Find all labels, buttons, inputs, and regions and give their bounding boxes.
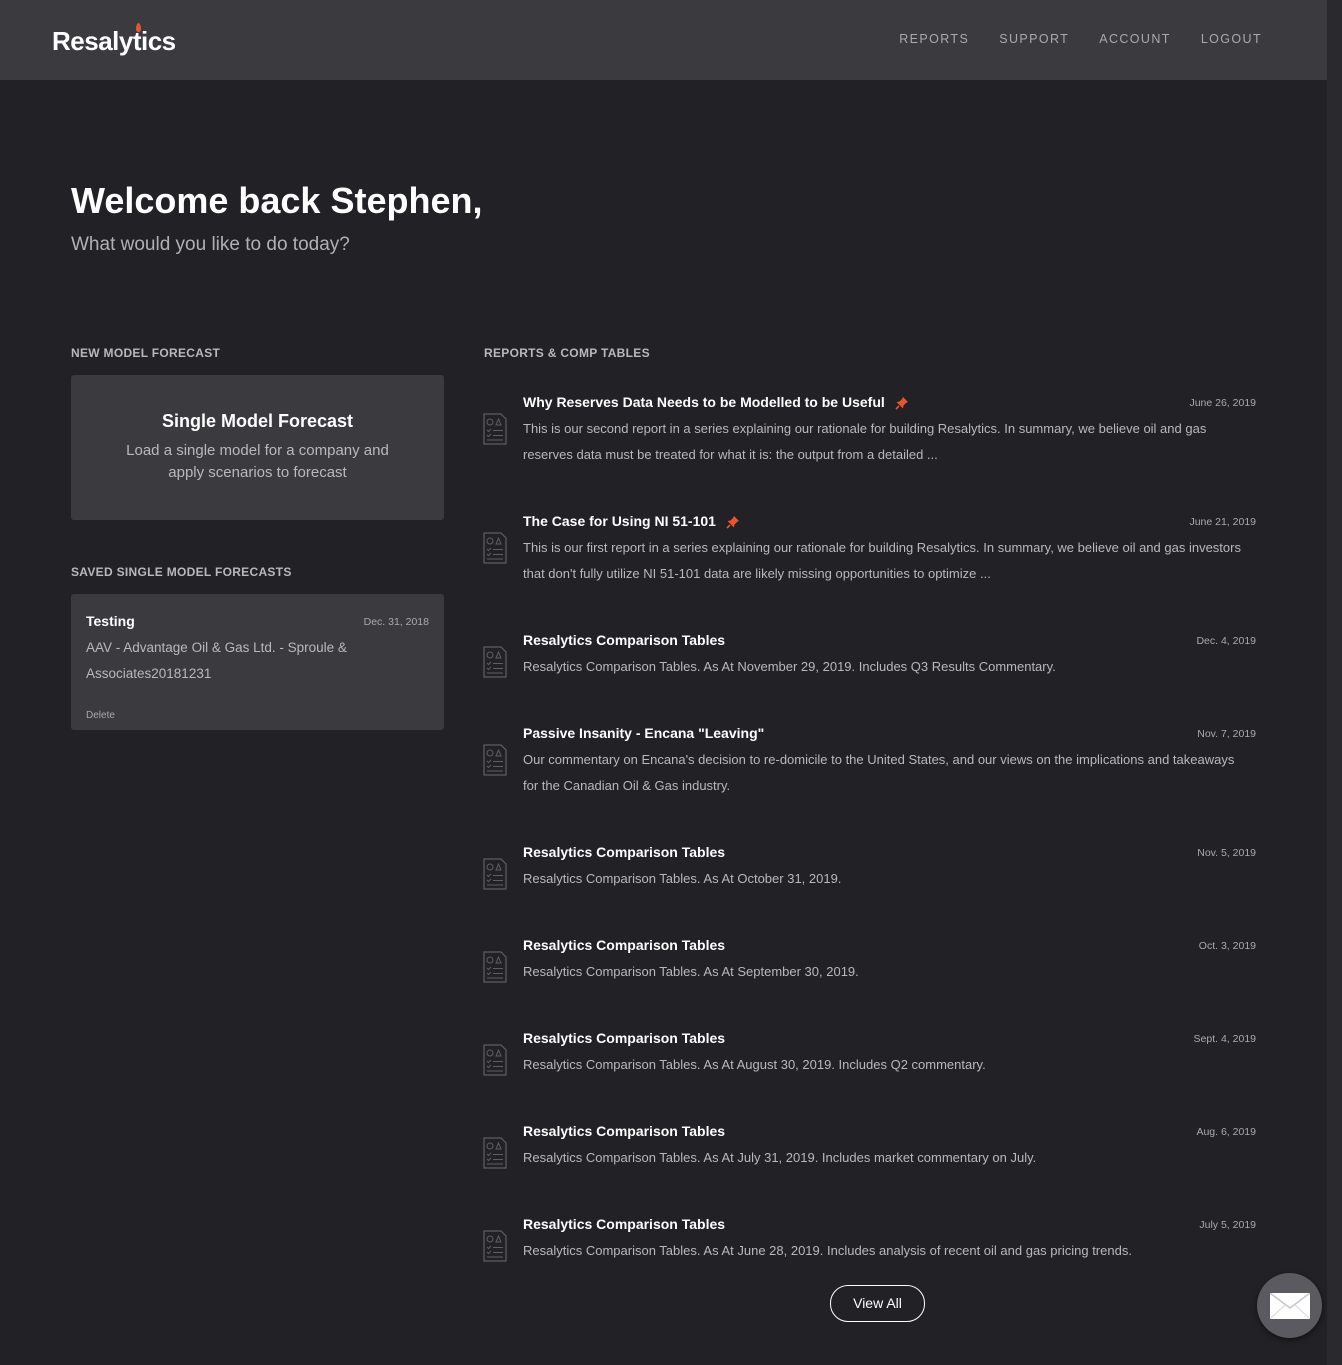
report-document-icon [483, 413, 507, 445]
envelope-icon [1270, 1293, 1310, 1319]
report-summary: This is our first report in a series exp… [523, 540, 1241, 581]
report-title-text: Resalytics Comparison Tables [523, 1216, 726, 1232]
page-subtitle: What would you like to do today? [71, 234, 350, 255]
saved-forecast-card[interactable]: Testing Dec. 31, 2018 AAV - Advantage Oi… [71, 594, 444, 730]
saved-forecast-date: Dec. 31, 2018 [363, 616, 429, 628]
pushpin-icon [726, 516, 739, 529]
report-summary: Resalytics Comparison Tables. As At June… [523, 1243, 1132, 1258]
report-item[interactable]: Resalytics Comparison Tables Oct. 3, 2019… [483, 933, 1256, 988]
report-date: Nov. 7, 2019 [1197, 728, 1256, 740]
report-item[interactable]: Resalytics Comparison Tables Sept. 4, 201… [483, 1026, 1256, 1081]
report-document-icon [483, 1137, 507, 1169]
saved-forecast-detail: AAV - Advantage Oil & Gas Ltd. - Sproule… [86, 640, 347, 681]
report-summary: Resalytics Comparison Tables. As At Sept… [523, 964, 859, 979]
report-item[interactable]: The Case for Using NI 51-101 June 21, 201… [483, 509, 1256, 589]
report-title-text: Resalytics Comparison Tables [523, 937, 726, 953]
logo-text: Resalytics [52, 26, 176, 56]
page-title: Welcome back Stephen, [71, 180, 483, 221]
report-date: June 21, 2019 [1189, 516, 1256, 528]
report-title[interactable]: Resalytics Comparison Tables [523, 844, 725, 860]
report-item[interactable]: Resalytics Comparison Tables July 5, 2019… [483, 1212, 1256, 1267]
report-date: Oct. 3, 2019 [1198, 940, 1256, 952]
pushpin-icon [895, 397, 908, 410]
saved-forecasts-section-label: SAVED SINGLE MODEL FORECASTS [71, 565, 292, 579]
report-summary: Resalytics Comparison Tables. As At July… [523, 1150, 1037, 1165]
flame-icon [136, 23, 141, 32]
report-title[interactable]: Resalytics Comparison Tables [523, 1216, 725, 1232]
saved-forecast-name: Testing [86, 613, 135, 629]
single-model-forecast-card[interactable]: Single Model Forecast Load a single mode… [71, 375, 444, 520]
report-title[interactable]: Why Reserves Data Needs to be Modelled t… [523, 394, 909, 410]
delete-forecast-link[interactable]: Delete [86, 710, 115, 721]
report-title-text: Why Reserves Data Needs to be Modelled t… [523, 394, 885, 410]
page-scrollbar[interactable] [1327, 0, 1342, 1365]
report-summary: Resalytics Comparison Tables. As At Augu… [523, 1057, 986, 1072]
view-all-button[interactable]: View All [830, 1285, 925, 1322]
report-item[interactable]: Passive Insanity - Encana "Leaving" Nov. … [483, 721, 1256, 801]
report-document-icon [483, 951, 507, 983]
report-title-text: The Case for Using NI 51-101 [523, 513, 716, 529]
nav-reports[interactable]: REPORTS [899, 32, 969, 46]
report-summary: This is our second report in a series ex… [523, 421, 1207, 462]
report-document-icon [483, 744, 507, 776]
resalytics-logo[interactable]: Resalytics [52, 23, 176, 57]
report-document-icon [483, 1044, 507, 1076]
new-model-section-label: NEW MODEL FORECAST [71, 346, 221, 360]
reports-section-label: REPORTS & COMP TABLES [484, 346, 650, 360]
report-title-text: Resalytics Comparison Tables [523, 1123, 726, 1139]
report-date: Nov. 5, 2019 [1197, 847, 1256, 859]
report-date: Dec. 4, 2019 [1196, 635, 1256, 647]
card-description: Load a single model for a company and ap… [126, 442, 389, 481]
report-document-icon [483, 858, 507, 890]
report-document-icon [483, 646, 507, 678]
top-navbar: Resalytics REPORTS SUPPORT ACCOUNT LOGOU… [0, 0, 1327, 80]
report-title-text: Resalytics Comparison Tables [523, 632, 726, 648]
report-title[interactable]: The Case for Using NI 51-101 [523, 513, 740, 529]
report-item[interactable]: Resalytics Comparison Tables Dec. 4, 2019… [483, 628, 1256, 683]
report-date: July 5, 2019 [1199, 1219, 1256, 1231]
report-title-text: Resalytics Comparison Tables [523, 844, 726, 860]
nav-support[interactable]: SUPPORT [999, 32, 1069, 46]
report-summary: Resalytics Comparison Tables. As At Nove… [523, 659, 1056, 674]
report-item[interactable]: Resalytics Comparison Tables Aug. 6, 2019… [483, 1119, 1256, 1174]
report-document-icon [483, 1230, 507, 1262]
report-title[interactable]: Resalytics Comparison Tables [523, 1123, 725, 1139]
report-title[interactable]: Resalytics Comparison Tables [523, 1030, 725, 1046]
report-title-text: Passive Insanity - Encana "Leaving" [523, 725, 765, 741]
report-date: Sept. 4, 2019 [1193, 1033, 1256, 1045]
nav-logout[interactable]: LOGOUT [1201, 32, 1262, 46]
report-date: Aug. 6, 2019 [1196, 1126, 1256, 1138]
report-item[interactable]: Why Reserves Data Needs to be Modelled t… [483, 390, 1256, 470]
main-nav: REPORTS SUPPORT ACCOUNT LOGOUT [899, 32, 1262, 46]
report-title[interactable]: Resalytics Comparison Tables [523, 937, 725, 953]
report-date: June 26, 2019 [1189, 397, 1256, 409]
nav-account[interactable]: ACCOUNT [1099, 32, 1171, 46]
report-title[interactable]: Passive Insanity - Encana "Leaving" [523, 725, 764, 741]
report-title[interactable]: Resalytics Comparison Tables [523, 632, 725, 648]
report-summary: Resalytics Comparison Tables. As At Octo… [523, 871, 842, 886]
report-title-text: Resalytics Comparison Tables [523, 1030, 726, 1046]
message-button[interactable] [1257, 1273, 1322, 1338]
report-summary: Our commentary on Encana's decision to r… [523, 752, 1235, 793]
card-title: Single Model Forecast [161, 411, 354, 431]
report-item[interactable]: Resalytics Comparison Tables Nov. 5, 2019… [483, 840, 1256, 895]
report-document-icon [483, 532, 507, 564]
